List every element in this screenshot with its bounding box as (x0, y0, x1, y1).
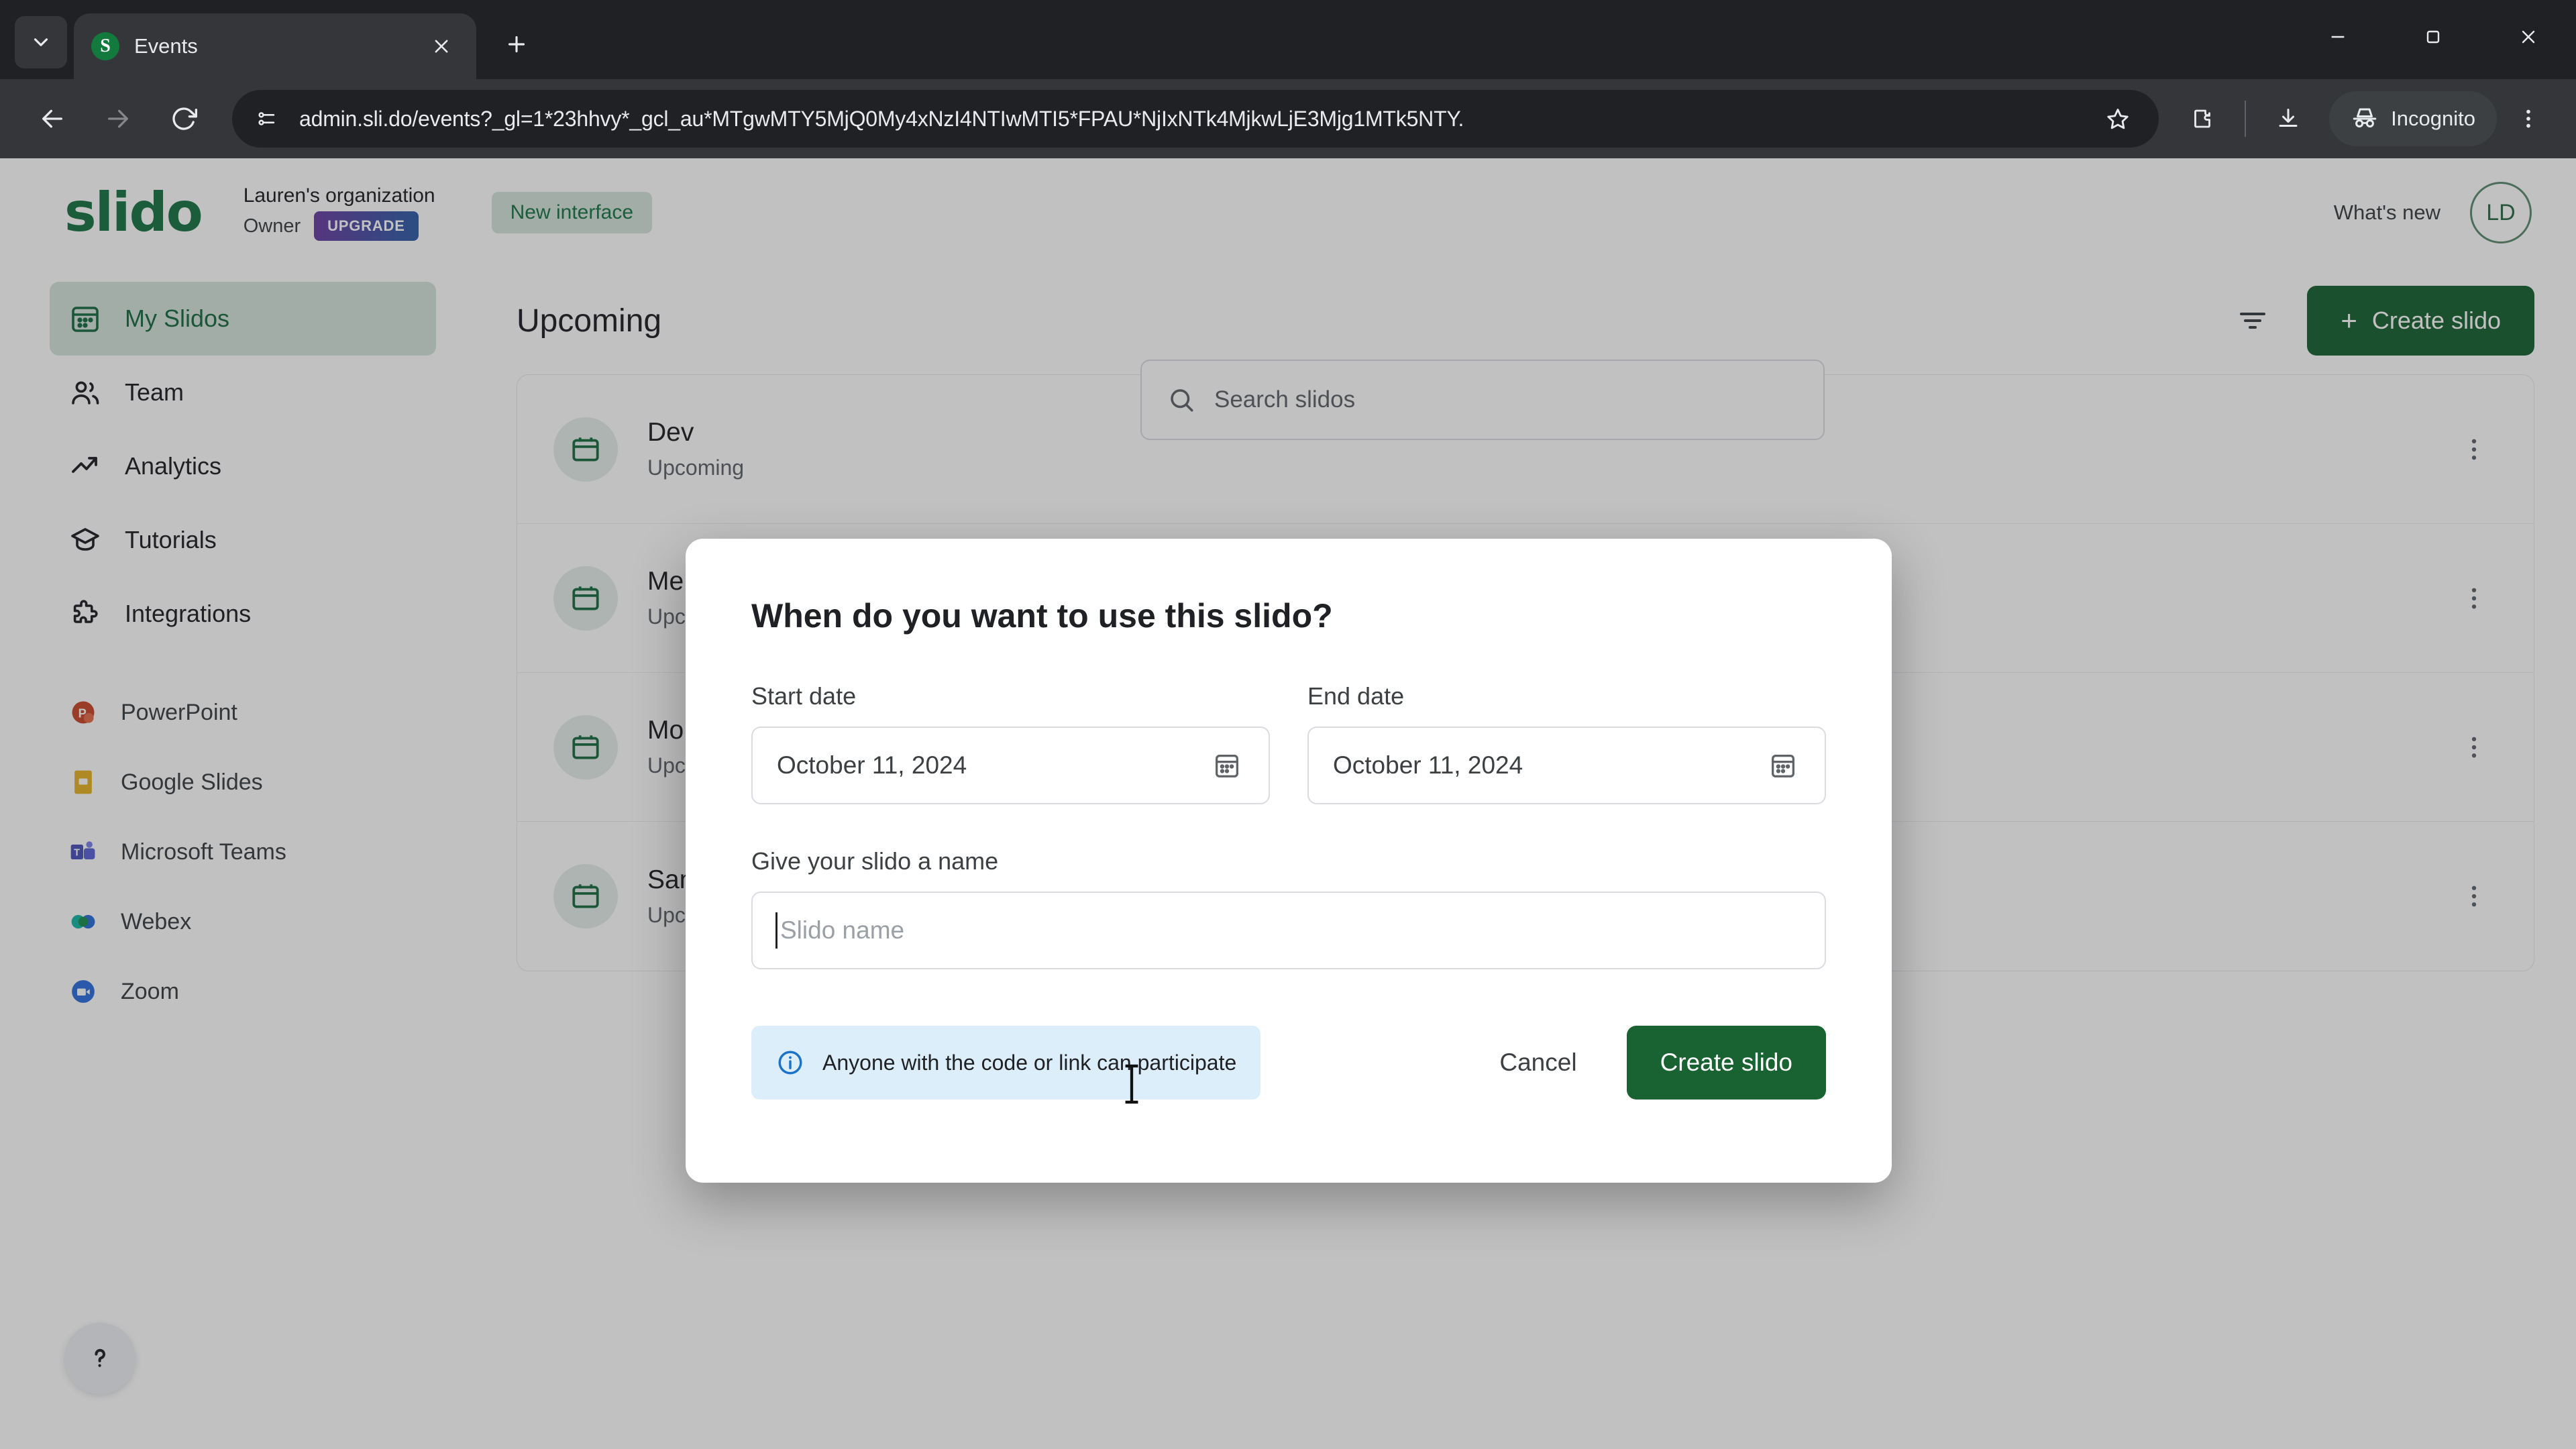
new-tab-button[interactable] (491, 19, 542, 70)
minimize-icon (2331, 36, 2345, 38)
create-slido-submit-button[interactable]: Create slido (1626, 1026, 1826, 1099)
reload-button[interactable] (154, 89, 213, 148)
participation-info-banner: Anyone with the code or link can partici… (751, 1026, 1261, 1099)
back-button[interactable] (23, 89, 82, 148)
back-arrow-icon (42, 109, 63, 128)
create-slido-dialog: When do you want to use this slido? Star… (686, 539, 1892, 1183)
close-window-button[interactable] (2481, 0, 2576, 74)
toolbar-divider (2245, 101, 2247, 137)
reload-icon (172, 107, 197, 130)
tab-close-button[interactable] (424, 29, 459, 64)
maximize-button[interactable] (2385, 0, 2481, 74)
dialog-title: When do you want to use this slido? (751, 597, 1333, 635)
minimize-button[interactable] (2290, 0, 2385, 74)
incognito-label: Incognito (2391, 107, 2475, 130)
slido-name-label: Give your slido a name (751, 847, 999, 875)
site-settings-icon (258, 112, 275, 125)
dialog-footer: Anyone with the code or link can partici… (751, 1026, 1826, 1099)
cancel-button[interactable]: Cancel (1487, 1049, 1589, 1077)
close-icon (2522, 30, 2535, 44)
extensions-icon (2194, 109, 2211, 128)
plus-icon (508, 36, 525, 53)
browser-toolbar: admin.sli.do/events?_gl=1*23hhvy*_gcl_au… (0, 79, 2576, 158)
page-content: slido Lauren's organization Owner UPGRAD… (0, 158, 2576, 1449)
end-date-field: End date October 11, 2024 (1307, 682, 1826, 804)
slido-favicon: S (91, 32, 119, 60)
forward-button[interactable] (89, 89, 148, 148)
downloads-button[interactable] (2263, 94, 2313, 144)
calendar-picker-icon[interactable] (1766, 748, 1801, 783)
close-icon (435, 40, 448, 53)
tab-title: Events (134, 34, 198, 58)
site-settings-button[interactable] (252, 104, 282, 133)
start-date-label: Start date (751, 682, 857, 710)
participation-info-text: Anyone with the code or link can partici… (822, 1050, 1237, 1075)
date-fields-row: Start date October 11, 2024 End date Oct… (751, 682, 1826, 804)
start-date-input[interactable]: October 11, 2024 (751, 727, 1270, 804)
start-date-value: October 11, 2024 (777, 751, 967, 779)
end-date-value: October 11, 2024 (1333, 751, 1523, 779)
download-icon (2279, 109, 2298, 127)
browser-tab[interactable]: S Events (74, 13, 476, 79)
info-circle-icon (778, 1051, 802, 1075)
window-controls (2290, 0, 2576, 74)
three-dot-menu-icon (2526, 109, 2530, 128)
incognito-indicator[interactable]: Incognito (2329, 91, 2497, 146)
dialog-actions: Cancel Create slido (1487, 1026, 1826, 1099)
chevron-down-icon (34, 38, 48, 46)
text-caret (775, 912, 777, 949)
incognito-icon (2353, 108, 2377, 128)
bookmark-button[interactable] (2097, 98, 2139, 140)
address-bar[interactable]: admin.sli.do/events?_gl=1*23hhvy*_gcl_au… (232, 90, 2159, 148)
star-icon (2107, 109, 2129, 129)
start-date-field: Start date October 11, 2024 (751, 682, 1270, 804)
maximize-icon (2426, 30, 2440, 44)
slido-name-placeholder: Slido name (780, 916, 905, 944)
extensions-button[interactable] (2178, 94, 2227, 144)
browser-window: S Events admin.sli.do/events?_gl=1*23hhv… (0, 0, 2576, 1449)
tab-strip: S Events (0, 0, 2576, 79)
end-date-input[interactable]: October 11, 2024 (1307, 727, 1826, 804)
browser-menu-button[interactable] (2504, 94, 2553, 144)
url-text: admin.sli.do/events?_gl=1*23hhvy*_gcl_au… (299, 106, 1464, 131)
tab-search-button[interactable] (15, 16, 67, 68)
calendar-picker-icon[interactable] (1210, 748, 1244, 783)
slido-name-input[interactable]: Slido name (751, 892, 1826, 969)
forward-arrow-icon (108, 109, 128, 128)
end-date-label: End date (1307, 682, 1405, 710)
